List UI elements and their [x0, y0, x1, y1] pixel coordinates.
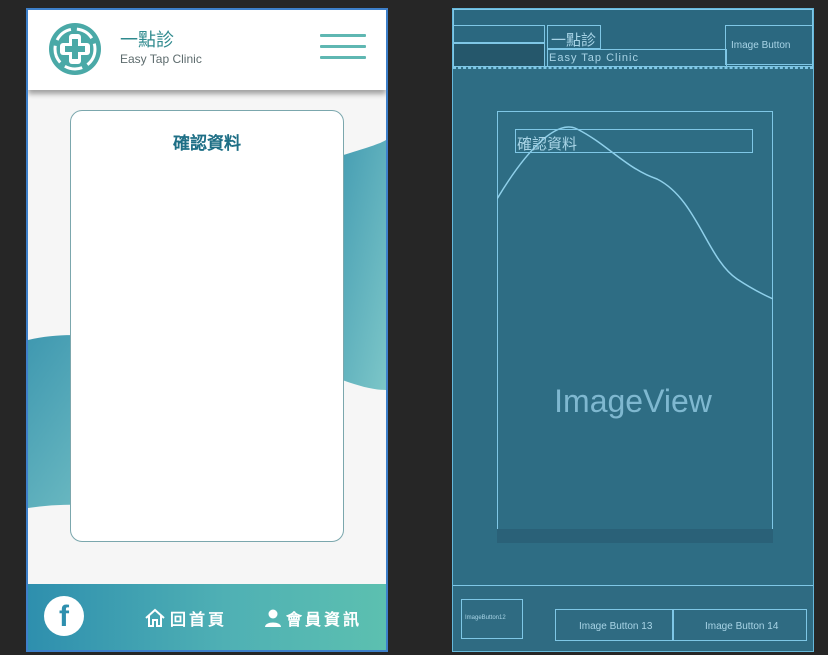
blueprint-preview: 一點診 Easy Tap Clinic Image Button 確認資料 Im…	[452, 8, 814, 652]
menu-line	[320, 56, 366, 59]
card-title: 確認資料	[173, 134, 241, 154]
member-button[interactable]: 會員資訊	[264, 606, 362, 630]
app-bar: 一點診 Easy Tap Clinic	[28, 10, 386, 90]
home-icon	[145, 608, 165, 627]
bp-image-button-label: Image Button	[731, 40, 791, 51]
bp-wave-curve	[497, 126, 773, 300]
user-icon	[265, 609, 281, 627]
bp-logo-image	[453, 43, 545, 67]
brand-subtitle: Easy Tap Clinic	[120, 52, 202, 66]
bp-card-title: 確認資料	[517, 136, 578, 153]
facebook-icon: f	[59, 600, 69, 633]
brand-title: 一點診	[120, 30, 174, 51]
clinic-logo-icon	[49, 23, 101, 75]
bottom-bar: f 回首頁 會員資訊	[28, 584, 386, 650]
home-label: 回首頁	[170, 610, 228, 629]
bp-card-bottom	[497, 529, 773, 543]
menu-button[interactable]	[320, 34, 366, 60]
bp-title: 一點診	[551, 32, 597, 49]
design-preview: 一點診 Easy Tap Clinic 確認資料 f 回首頁 會員資訊	[26, 8, 388, 652]
bp-subtitle: Easy Tap Clinic	[549, 52, 639, 64]
confirm-card: 確認資料	[70, 110, 344, 542]
bp-divider	[453, 67, 813, 69]
bp-footer-button-12-label: ImageButton12	[465, 615, 506, 621]
menu-line	[320, 45, 366, 48]
bp-footer-button-14-label: Image Button 14	[705, 621, 779, 632]
bp-logo-outline	[453, 25, 545, 43]
image-view-label: ImageView	[554, 383, 712, 419]
bp-footer-button-13-label: Image Button 13	[579, 621, 653, 632]
facebook-button[interactable]: f	[44, 596, 84, 636]
menu-line	[320, 34, 366, 37]
home-button[interactable]: 回首頁	[144, 606, 227, 630]
member-label: 會員資訊	[286, 610, 363, 629]
